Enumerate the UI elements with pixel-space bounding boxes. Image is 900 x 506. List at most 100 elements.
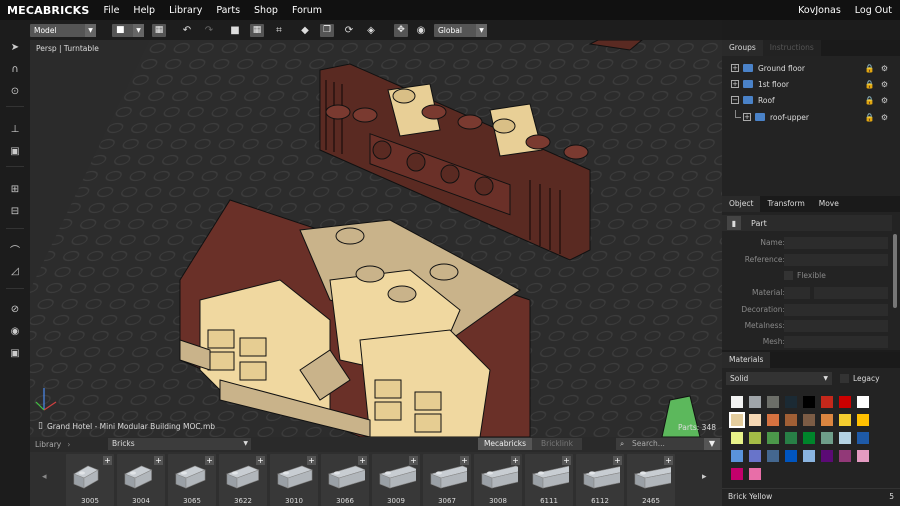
legacy-checkbox[interactable] xyxy=(840,374,849,383)
material-type-select[interactable]: Solid ▼ xyxy=(726,372,832,385)
camera-select[interactable]: ■ ▼ xyxy=(112,23,144,37)
color-swatch[interactable] xyxy=(767,414,779,426)
color-swatch[interactable] xyxy=(821,432,833,444)
color-swatch[interactable] xyxy=(729,412,745,428)
color-swatch[interactable] xyxy=(857,450,869,462)
cube-button[interactable]: ◆ xyxy=(298,24,312,37)
decoration-input[interactable] xyxy=(784,304,888,316)
name-input[interactable] xyxy=(784,237,888,249)
material-select[interactable] xyxy=(814,287,888,299)
color-swatch[interactable] xyxy=(857,396,869,408)
library-part-3004[interactable]: +3004 xyxy=(117,454,165,506)
reference-input[interactable] xyxy=(784,254,888,266)
add-part-button[interactable]: + xyxy=(613,456,622,465)
select-box-button[interactable]: ■ xyxy=(228,24,242,37)
group-item-roof-upper[interactable]: + roof-upper 🔒⚙ xyxy=(722,109,900,125)
library-part-3065[interactable]: +3065 xyxy=(168,454,216,506)
menu-library[interactable]: Library xyxy=(169,5,202,16)
undo-button[interactable]: ↶ xyxy=(180,24,194,37)
color-swatch[interactable] xyxy=(785,396,797,408)
distribute-tool-button[interactable]: ⊟ xyxy=(8,204,22,218)
color-swatch[interactable] xyxy=(803,432,815,444)
source-mecabricks-button[interactable]: Mecabricks xyxy=(478,438,532,450)
flex-tool-button[interactable]: ⌒ xyxy=(8,242,22,257)
color-swatch[interactable] xyxy=(767,450,779,462)
3d-viewport[interactable]: Persp | Turntable ▯ Grand Hotel - Mini M… xyxy=(30,40,722,437)
scroll-left-icon[interactable]: ◂ xyxy=(42,472,47,482)
color-swatch[interactable] xyxy=(821,450,833,462)
collapse-icon[interactable]: − xyxy=(731,96,739,104)
menu-help[interactable]: Help xyxy=(133,5,155,16)
flexible-checkbox[interactable] xyxy=(784,271,793,280)
mode-select[interactable]: Model ▼ xyxy=(30,23,96,37)
color-swatch[interactable] xyxy=(749,432,761,444)
group-item-ground-floor[interactable]: + Ground floor 🔒⚙ xyxy=(722,60,900,76)
magnet-tool-button[interactable]: ∩ xyxy=(8,62,22,76)
library-part-2465[interactable]: +2465 xyxy=(627,454,675,506)
add-part-button[interactable]: + xyxy=(307,456,316,465)
flexible-field[interactable]: Flexible xyxy=(722,270,900,282)
filter-button[interactable]: ▼ xyxy=(704,438,720,450)
group-button[interactable]: ◈ xyxy=(364,24,378,37)
color-swatch[interactable] xyxy=(839,396,851,408)
mesh-input[interactable] xyxy=(784,336,888,348)
color-swatch[interactable] xyxy=(731,396,743,408)
library-part-3010[interactable]: +3010 xyxy=(270,454,318,506)
app-logo[interactable]: MECABRICKS xyxy=(7,4,90,17)
scroll-right-icon[interactable]: ▸ xyxy=(702,472,707,482)
select-tool-button[interactable]: ➤ xyxy=(8,40,22,54)
group-item-1st-floor[interactable]: + 1st floor 🔒⚙ xyxy=(722,76,900,92)
add-part-button[interactable]: + xyxy=(409,456,418,465)
menu-file[interactable]: File xyxy=(104,5,120,16)
measure-tool-button[interactable]: ◿ xyxy=(8,264,22,278)
library-part-3622[interactable]: +3622 xyxy=(219,454,267,506)
tab-object[interactable]: Object xyxy=(722,196,761,212)
metalness-input[interactable] xyxy=(784,320,888,332)
space-select[interactable]: Global ▼ xyxy=(434,23,487,37)
decoration-field[interactable]: Decoration: xyxy=(722,304,900,316)
library-part-3005[interactable]: +3005 xyxy=(66,454,114,506)
align-tool-button[interactable]: ⊞ xyxy=(8,182,22,196)
tab-transform[interactable]: Transform xyxy=(760,196,811,212)
expand-icon[interactable]: + xyxy=(731,64,739,72)
copy-button[interactable]: ❐ xyxy=(320,23,334,37)
color-swatch[interactable] xyxy=(749,468,761,480)
add-part-button[interactable]: + xyxy=(358,456,367,465)
source-bricklink-button[interactable]: Bricklink xyxy=(532,438,582,450)
library-part-3008[interactable]: +3008 xyxy=(474,454,522,506)
color-swatch[interactable] xyxy=(731,450,743,462)
color-swatch[interactable] xyxy=(731,468,743,480)
menu-parts[interactable]: Parts xyxy=(216,5,240,16)
frame-button[interactable]: ⌗ xyxy=(272,24,286,37)
lock-gear-icons[interactable]: 🔒⚙ xyxy=(865,80,894,89)
tab-move[interactable]: Move xyxy=(812,196,846,212)
logout-link[interactable]: Log Out xyxy=(855,5,892,16)
rotate-part-button[interactable]: ⟳ xyxy=(342,24,356,37)
paint-tool-button[interactable]: ⊥ xyxy=(8,122,22,136)
redo-button[interactable]: ↷ xyxy=(202,24,216,37)
color-swatch[interactable] xyxy=(767,432,779,444)
add-part-button[interactable]: + xyxy=(511,456,520,465)
color-swatch[interactable] xyxy=(803,414,815,426)
viewport-camera-label[interactable]: Persp | Turntable xyxy=(36,44,99,53)
expand-icon[interactable]: + xyxy=(731,80,739,88)
username-link[interactable]: KovJonas xyxy=(798,5,841,16)
grid-toggle-button[interactable]: ▦ xyxy=(152,23,166,37)
library-part-3067[interactable]: +3067 xyxy=(423,454,471,506)
reference-field[interactable]: Reference: xyxy=(722,254,900,266)
library-category-select[interactable]: Bricks ▼ xyxy=(108,438,251,450)
group-item-roof[interactable]: − Roof 🔒⚙ xyxy=(722,92,900,108)
color-swatch[interactable] xyxy=(749,396,761,408)
color-swatch[interactable] xyxy=(821,396,833,408)
hide-tool-button[interactable]: ⊘ xyxy=(8,302,22,316)
color-swatch[interactable] xyxy=(857,414,869,426)
color-swatch[interactable] xyxy=(857,432,869,444)
grid-select-button[interactable]: ▦ xyxy=(250,23,264,37)
add-part-button[interactable]: + xyxy=(256,456,265,465)
color-swatch[interactable] xyxy=(749,414,761,426)
metalness-field[interactable]: Metalness: xyxy=(722,320,900,332)
color-swatch[interactable] xyxy=(839,432,851,444)
color-swatch[interactable] xyxy=(839,414,851,426)
add-part-button[interactable]: + xyxy=(664,456,673,465)
color-swatch[interactable] xyxy=(803,396,815,408)
